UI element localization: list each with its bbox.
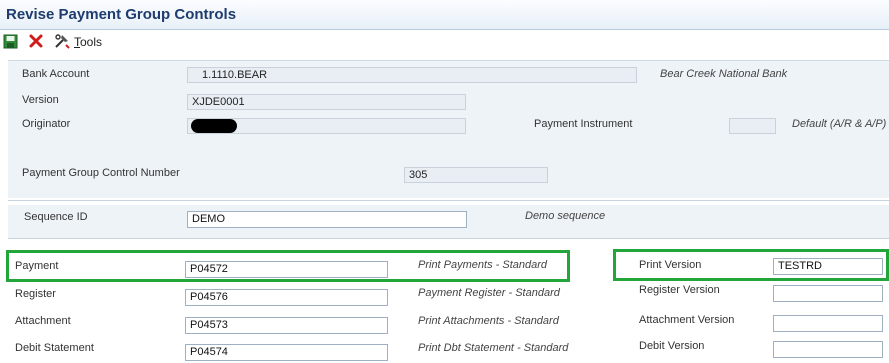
save-button[interactable] xyxy=(3,34,18,49)
print-version-highlight-box xyxy=(613,249,889,281)
tools-icon xyxy=(55,34,70,49)
pgc-number-field: 305 xyxy=(404,167,548,183)
attachment-version-input[interactable] xyxy=(773,315,883,332)
sequence-desc: Demo sequence xyxy=(525,210,606,222)
register-version-input[interactable] xyxy=(773,285,883,302)
bank-name: Bear Creek National Bank xyxy=(660,68,788,80)
version-label: Version xyxy=(22,94,59,106)
divider xyxy=(8,200,889,201)
attachment-program-input[interactable]: P04573 xyxy=(185,317,388,334)
register-desc: Payment Register - Standard xyxy=(418,287,560,299)
payment-instrument-label: Payment Instrument xyxy=(534,118,633,130)
bank-account-field: 1.1110.BEAR xyxy=(187,67,637,83)
sequence-id-label: Sequence ID xyxy=(24,211,88,223)
version-field: XJDE0001 xyxy=(187,94,466,110)
sequence-id-input[interactable]: DEMO xyxy=(187,211,467,228)
tools-label: Tools xyxy=(74,35,103,49)
redaction-mark xyxy=(191,119,237,133)
payment-instrument-field xyxy=(729,118,776,134)
divider xyxy=(8,238,889,239)
debit-version-label: Debit Version xyxy=(639,340,705,352)
attachment-label: Attachment xyxy=(15,315,71,327)
bank-account-value: 1.1110.BEAR xyxy=(202,69,268,81)
debit-statement-label: Debit Statement xyxy=(15,342,94,354)
register-program-input[interactable]: P04576 xyxy=(185,289,388,306)
close-icon xyxy=(29,34,43,48)
payment-instrument-desc: Default (A/R & A/P) xyxy=(792,118,887,130)
bank-account-label: Bank Account xyxy=(22,68,90,80)
debit-version-input[interactable] xyxy=(773,341,883,358)
save-icon xyxy=(3,34,18,49)
cancel-button[interactable] xyxy=(28,33,44,49)
tools-button[interactable]: Tools xyxy=(54,33,104,50)
register-version-label: Register Version xyxy=(639,284,720,296)
attachment-version-label: Attachment Version xyxy=(639,314,735,326)
page-title: Revise Payment Group Controls xyxy=(6,6,237,23)
debit-statement-desc: Print Dbt Statement - Standard xyxy=(418,342,569,354)
payment-highlight-box xyxy=(6,250,570,282)
attachment-desc: Print Attachments - Standard xyxy=(418,315,559,327)
originator-label: Originator xyxy=(22,118,71,130)
toolbar xyxy=(0,30,889,52)
debit-statement-program-input[interactable]: P04574 xyxy=(185,344,388,361)
register-label: Register xyxy=(15,288,56,300)
pgc-number-label: Payment Group Control Number xyxy=(22,167,180,179)
